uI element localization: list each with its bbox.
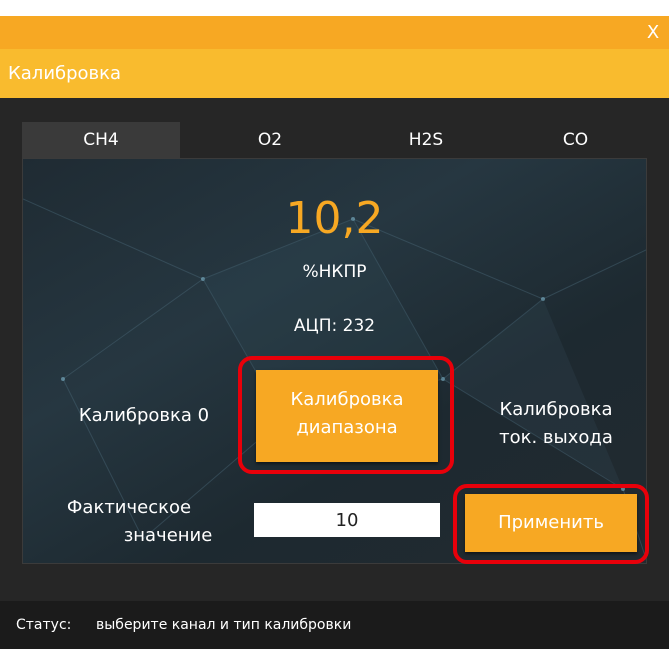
actual-label-line1: Фактическое bbox=[66, 497, 192, 518]
reading-value: 10,2 bbox=[285, 193, 384, 244]
channel-tabs: CH4 O2 H2S CO bbox=[22, 122, 647, 158]
calibration-window: X Калибровка CH4 O2 H2S CO 10,2 %НКПР АЦ… bbox=[0, 0, 669, 649]
current-label-line1: Калибровка bbox=[499, 399, 613, 420]
range-button-line2: диапазона bbox=[296, 417, 398, 438]
status-bar: Статус: выберите канал и тип калибровки bbox=[0, 601, 669, 649]
actual-value-input[interactable] bbox=[254, 503, 440, 537]
close-button[interactable]: X bbox=[641, 16, 665, 49]
reading-unit: %НКПР bbox=[302, 262, 367, 282]
header-bar: Калибровка bbox=[0, 49, 669, 98]
current-output-calibration-label[interactable]: Калибровка ток. выхода bbox=[466, 396, 646, 452]
zero-calibration-label[interactable]: Калибровка 0 bbox=[56, 402, 232, 430]
tab-ch4[interactable]: CH4 bbox=[22, 122, 180, 158]
tab-o2[interactable]: O2 bbox=[192, 122, 348, 158]
top-margin bbox=[0, 0, 669, 16]
title-bar bbox=[0, 16, 669, 49]
apply-button[interactable]: Применить bbox=[465, 494, 637, 552]
current-label-line2: ток. выхода bbox=[499, 427, 613, 448]
status-text: выберите канал и тип калибровки bbox=[96, 617, 352, 633]
tab-h2s[interactable]: H2S bbox=[348, 122, 504, 158]
actual-value-label: Фактическое значение bbox=[46, 494, 246, 550]
actual-label-line2: значение bbox=[123, 525, 213, 546]
status-label: Статус: bbox=[16, 617, 72, 633]
page-title: Калибровка bbox=[8, 63, 122, 84]
range-calibration-button[interactable]: Калибровка диапазона bbox=[256, 370, 438, 462]
range-button-line1: Калибровка bbox=[290, 389, 404, 410]
adc-value: АЦП: 232 bbox=[293, 316, 376, 336]
tab-co[interactable]: CO bbox=[504, 122, 647, 158]
